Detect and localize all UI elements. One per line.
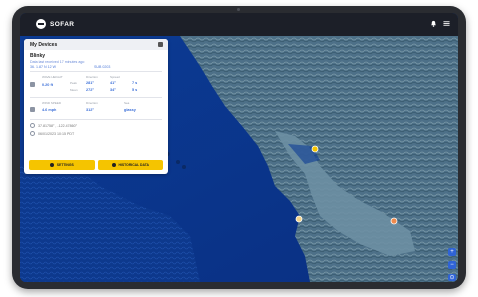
- settings-label: SETTINGS: [56, 163, 74, 167]
- wind-direction-value: 312°: [86, 108, 94, 112]
- wind-speed-label: WIND SPEED: [42, 101, 62, 105]
- chart-icon: [111, 163, 116, 167]
- tablet-frame: + − ⊙ SOFAR My Devices Blinky Data last …: [12, 6, 466, 289]
- wind-direction-label: Direction: [86, 101, 98, 105]
- mean-direction-value: 272°: [86, 88, 94, 92]
- zoom-out-button[interactable]: −: [448, 261, 456, 269]
- sofar-logo-icon: [36, 19, 46, 29]
- wind-icon: [30, 107, 35, 112]
- mean-period-value: 5 s: [132, 88, 138, 92]
- sea-state-label: Sea: [124, 101, 130, 105]
- app-screen: + − ⊙ SOFAR My Devices Blinky Data last …: [20, 13, 458, 282]
- divider: [30, 97, 162, 98]
- device-marker[interactable]: [311, 145, 319, 153]
- settings-button[interactable]: SETTINGS: [29, 160, 95, 170]
- panel-title: My Devices: [30, 42, 58, 48]
- sea-state-value: glassy: [124, 108, 136, 112]
- peak-direction-value: 281°: [86, 81, 94, 85]
- divider: [30, 119, 162, 120]
- notification-icon[interactable]: [430, 20, 437, 27]
- brand-name: SOFAR: [50, 20, 75, 28]
- last-updated: Data last received 17 minutes ago: [30, 60, 85, 64]
- direction-label: Direction: [86, 75, 98, 79]
- wave-icon: [30, 82, 35, 87]
- divider: [30, 71, 162, 72]
- subscription-link[interactable]: SUB 0203: [94, 65, 110, 69]
- device-panel: My Devices Blinky Data last received 17 …: [24, 39, 168, 174]
- wave-height-label: WAVE HEIGHT: [42, 75, 63, 79]
- panel-toggle-icon[interactable]: [158, 42, 163, 47]
- timestamp-text: 06/01/2023 10:15 PDT: [38, 132, 75, 136]
- mean-period-label: Mean: [70, 88, 78, 92]
- top-bar: SOFAR: [20, 13, 458, 36]
- device-name[interactable]: Blinky: [30, 53, 45, 59]
- location-pin-icon: [30, 123, 35, 128]
- menu-icon[interactable]: [443, 20, 450, 27]
- farallon-island: [182, 165, 186, 169]
- peak-period-label: Peak: [70, 81, 77, 85]
- farallon-island: [176, 160, 180, 164]
- panel-actions: SETTINGS HISTORICAL DATA: [29, 160, 163, 170]
- device-marker[interactable]: [390, 217, 398, 225]
- peak-period-value: 7 s: [132, 81, 138, 85]
- gear-icon: [49, 163, 54, 167]
- location-text: 37.81758° , -122.47860°: [38, 124, 78, 128]
- historical-data-label: HISTORICAL DATA: [118, 163, 149, 167]
- device-marker[interactable]: [295, 215, 303, 223]
- camera-dot: [237, 8, 240, 11]
- wind-speed-value: 4.6 mph: [42, 108, 57, 112]
- mean-spread-value: 34°: [110, 88, 116, 92]
- panel-header: My Devices: [24, 39, 168, 50]
- historical-data-button[interactable]: HISTORICAL DATA: [97, 160, 163, 170]
- brand-logo: SOFAR: [36, 19, 74, 29]
- wave-height-value: 0.20 ft: [42, 83, 53, 87]
- peak-spread-value: 41°: [110, 81, 116, 85]
- zoom-in-button[interactable]: +: [448, 248, 456, 256]
- clock-icon: [30, 131, 35, 136]
- locate-button[interactable]: ⊙: [448, 274, 456, 281]
- spread-label: Spread: [110, 75, 120, 79]
- device-coords[interactable]: 36. 1.87 N 12 W: [30, 65, 56, 69]
